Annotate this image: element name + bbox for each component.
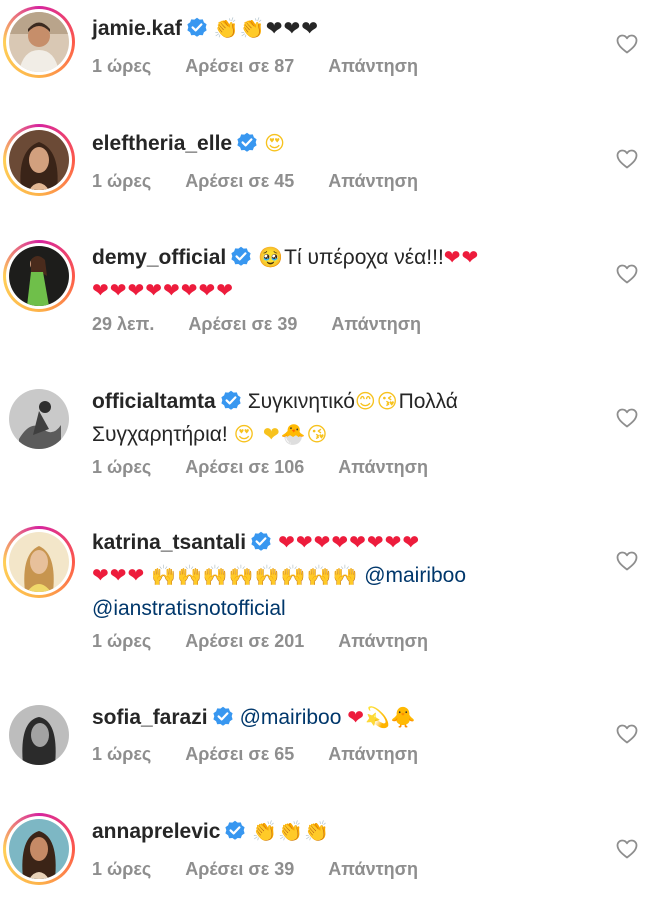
comment-text-2: Πολλά: [398, 390, 458, 413]
comment-emojis-line2: ❤❤❤: [92, 563, 146, 587]
comment-emoji: 🥹: [258, 245, 285, 269]
comment-meta: 1 ώρες Αρέσει σε 201 Απάντηση: [92, 631, 462, 652]
like-heart-icon[interactable]: [616, 33, 638, 55]
username[interactable]: sofia_farazi: [92, 706, 208, 729]
comment-emojis: ❤❤: [443, 245, 480, 269]
comment-emoji: 😊: [354, 389, 377, 413]
avatar-frame[interactable]: [3, 699, 75, 771]
comment-time: 1 ώρες: [92, 744, 152, 764]
comment-text: Συγκινητικό: [247, 390, 355, 413]
likes-count[interactable]: Αρέσει σε 201: [185, 631, 304, 651]
comment-meta: 1 ώρες Αρέσει σε 87 Απάντηση: [92, 56, 452, 77]
avatar: [9, 246, 69, 306]
reply-button[interactable]: Απάντηση: [328, 744, 418, 764]
reply-button[interactable]: Απάντηση: [328, 171, 418, 191]
story-ring[interactable]: [3, 526, 75, 598]
comment-emojis-line2: 😍 ❤🐣😘: [233, 422, 329, 446]
comment-emojis: 👏👏❤❤❤: [213, 16, 319, 40]
avatar: [9, 12, 69, 72]
story-ring[interactable]: [3, 240, 75, 312]
verified-badge-icon: [211, 706, 234, 727]
comment-time: 1 ώρες: [92, 56, 152, 76]
comment-time: 1 ώρες: [92, 457, 152, 477]
comment-meta: 1 ώρες Αρέσει σε 106 Απάντηση: [92, 457, 462, 478]
like-heart-icon[interactable]: [616, 550, 638, 572]
avatar: [9, 130, 69, 190]
reply-button[interactable]: Απάντηση: [331, 314, 421, 334]
like-heart-icon[interactable]: [616, 723, 638, 745]
likes-count[interactable]: Αρέσει σε 39: [185, 859, 294, 879]
like-heart-icon[interactable]: [616, 263, 638, 285]
comment-time: 1 ώρες: [92, 171, 152, 191]
comment-emojis-line2: ❤❤❤❤❤❤❤❤: [92, 278, 235, 302]
reply-button[interactable]: Απάντηση: [338, 457, 428, 477]
comment-time: 1 ώρες: [92, 631, 152, 651]
username[interactable]: demy_official: [92, 246, 226, 269]
likes-count[interactable]: Αρέσει σε 87: [185, 56, 294, 76]
avatar-frame[interactable]: [3, 383, 75, 455]
raising-hands-emojis: 🙌🙌🙌🙌🙌🙌🙌🙌: [151, 563, 359, 587]
like-heart-icon[interactable]: [616, 148, 638, 170]
avatar: [9, 705, 69, 765]
likes-count[interactable]: Αρέσει σε 65: [185, 744, 294, 764]
username[interactable]: jamie.kaf: [92, 17, 182, 40]
comment-text-line2: Συγχαρητήρια!: [92, 423, 228, 446]
username[interactable]: eleftheria_elle: [92, 132, 232, 155]
story-ring[interactable]: [3, 124, 75, 196]
mention-link[interactable]: @mairiboo: [240, 706, 342, 729]
comment-emoji: 😘: [376, 389, 399, 413]
comment-meta: 1 ώρες Αρέσει σε 39 Απάντηση: [92, 859, 452, 880]
comment-emojis: 😍: [264, 131, 286, 155]
comment-time: 1 ώρες: [92, 859, 152, 879]
comment-emojis: ❤❤❤❤❤❤❤❤: [278, 530, 421, 554]
mention-link[interactable]: @ianstratisnotofficial: [92, 597, 286, 620]
username[interactable]: katrina_tsantali: [92, 531, 246, 554]
verified-badge-icon: [224, 820, 247, 841]
verified-badge-icon: [230, 246, 252, 267]
reply-button[interactable]: Απάντηση: [328, 56, 418, 76]
story-ring[interactable]: [3, 6, 75, 78]
avatar: [9, 532, 69, 592]
like-heart-icon[interactable]: [616, 838, 638, 860]
verified-badge-icon: [236, 132, 258, 153]
username[interactable]: annaprelevic: [92, 820, 220, 843]
avatar: [9, 389, 69, 449]
verified-badge-icon: [220, 390, 242, 411]
comment-text: Τί υπέροχα νέα!!!: [284, 246, 444, 269]
mention-link[interactable]: @mairiboo: [364, 564, 466, 587]
comment-emojis: ❤💫🐥: [347, 705, 417, 729]
comment-time: 29 λεπ.: [92, 314, 155, 334]
like-heart-icon[interactable]: [616, 407, 638, 429]
reply-button[interactable]: Απάντηση: [338, 631, 428, 651]
likes-count[interactable]: Αρέσει σε 39: [188, 314, 297, 334]
reply-button[interactable]: Απάντηση: [328, 859, 418, 879]
comment-meta: 1 ώρες Αρέσει σε 45 Απάντηση: [92, 171, 452, 192]
likes-count[interactable]: Αρέσει σε 45: [185, 171, 294, 191]
username[interactable]: officialtamta: [92, 390, 216, 413]
likes-count[interactable]: Αρέσει σε 106: [185, 457, 304, 477]
verified-badge-icon: [250, 531, 272, 552]
avatar: [9, 819, 69, 879]
verified-badge-icon: [186, 17, 208, 38]
comment-meta: 29 λεπ. Αρέσει σε 39 Απάντηση: [92, 314, 455, 335]
comment-meta: 1 ώρες Αρέσει σε 65 Απάντηση: [92, 744, 452, 765]
story-ring[interactable]: [3, 813, 75, 885]
comment-emojis: 👏👏👏: [252, 819, 331, 843]
